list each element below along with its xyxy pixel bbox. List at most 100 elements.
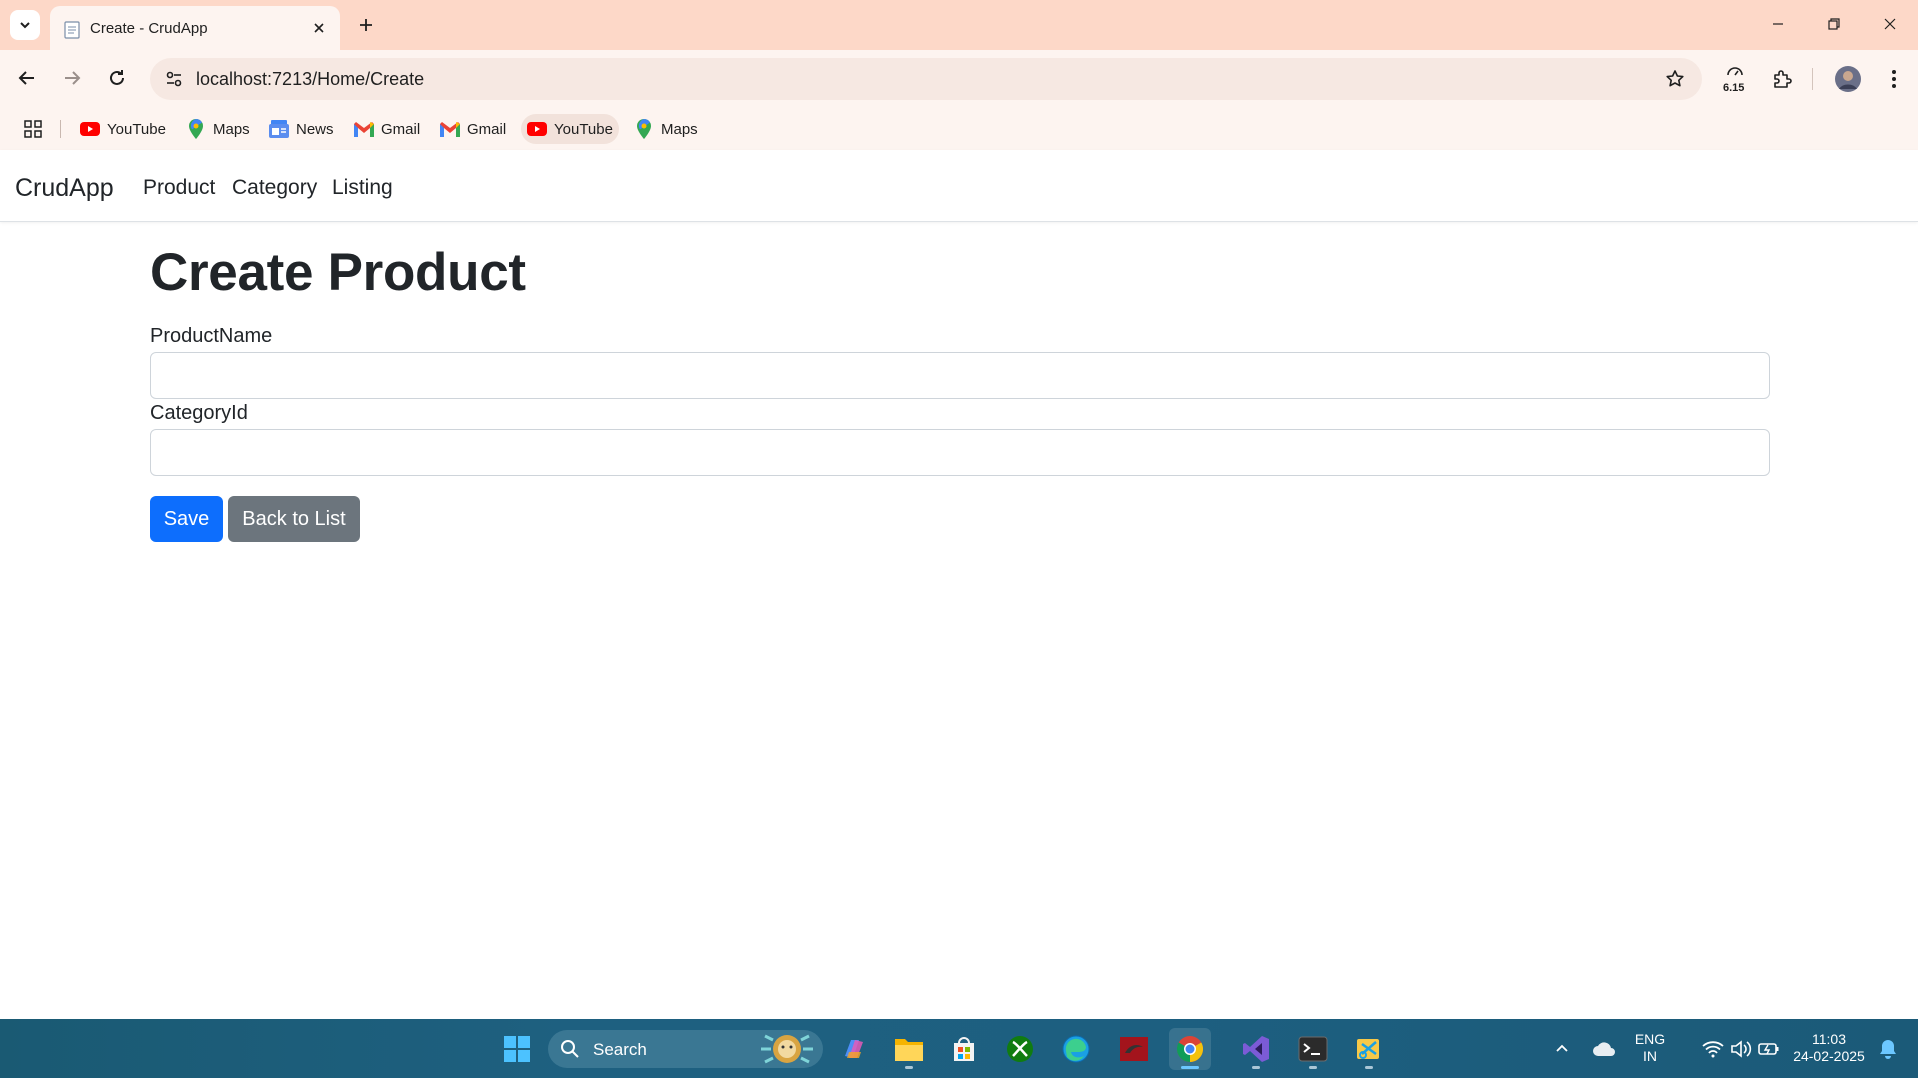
bookmark-label: YouTube bbox=[107, 120, 166, 138]
performance-button[interactable]: 6.15 bbox=[1717, 61, 1753, 97]
reload-button[interactable] bbox=[100, 61, 134, 95]
taskbar-search[interactable]: Search bbox=[548, 1030, 823, 1068]
grid-icon bbox=[24, 120, 42, 138]
chrome-icon bbox=[1176, 1036, 1204, 1063]
taskbar-snipping-tool[interactable] bbox=[1348, 1028, 1390, 1070]
bookmark-star-button[interactable] bbox=[1662, 66, 1688, 92]
close-icon bbox=[1884, 18, 1896, 30]
language-code: ENG bbox=[1634, 1031, 1666, 1047]
bookmark-youtube[interactable]: YouTube bbox=[521, 114, 619, 144]
nav-link-product[interactable]: Product bbox=[143, 176, 215, 200]
category-id-input[interactable] bbox=[150, 429, 1770, 476]
taskbar-terminal[interactable] bbox=[1292, 1028, 1334, 1070]
tray-clock[interactable]: 11:03 24-02-2025 bbox=[1784, 1031, 1874, 1065]
nav-link-listing[interactable]: Listing bbox=[332, 176, 393, 200]
forward-button[interactable] bbox=[55, 61, 89, 95]
taskbar-file-explorer[interactable] bbox=[888, 1028, 930, 1070]
bookmark-label: Maps bbox=[661, 120, 698, 138]
page-favicon-icon bbox=[64, 21, 80, 39]
plus-icon bbox=[360, 19, 372, 31]
taskbar-copilot[interactable] bbox=[833, 1028, 875, 1070]
bookmark-gmail[interactable]: Gmail bbox=[434, 114, 512, 144]
bookmarks-bar: YouTube Maps News Gmail Gmail YouTube Ma… bbox=[0, 108, 1918, 150]
new-tab-button[interactable] bbox=[352, 11, 380, 39]
tray-onedrive[interactable] bbox=[1583, 1028, 1625, 1070]
url-text: localhost:7213/Home/Create bbox=[196, 69, 425, 89]
start-button[interactable] bbox=[496, 1028, 538, 1070]
profile-avatar[interactable] bbox=[1830, 61, 1866, 97]
back-button[interactable] bbox=[10, 61, 44, 95]
bookmark-label: News bbox=[296, 120, 334, 138]
navbar-brand[interactable]: CrudApp bbox=[15, 174, 114, 203]
arrow-right-icon bbox=[65, 71, 81, 85]
extensions-button[interactable] bbox=[1764, 61, 1800, 97]
taskbar-visual-studio[interactable] bbox=[1235, 1028, 1277, 1070]
visual-studio-icon bbox=[1243, 1036, 1269, 1062]
product-name-label: ProductName bbox=[150, 325, 273, 347]
sql-server-icon bbox=[1120, 1037, 1148, 1061]
taskbar-store[interactable] bbox=[943, 1028, 985, 1070]
running-indicator bbox=[905, 1066, 913, 1069]
tune-icon bbox=[166, 71, 182, 87]
search-highlight-icon bbox=[761, 1034, 813, 1064]
running-indicator bbox=[1309, 1066, 1317, 1069]
close-icon bbox=[314, 23, 324, 33]
nav-link-category[interactable]: Category bbox=[232, 176, 317, 200]
tab-title: Create - CrudApp bbox=[90, 20, 208, 37]
bookmark-news[interactable]: News bbox=[263, 114, 340, 144]
app-navbar: CrudApp Product Category Listing bbox=[0, 150, 1918, 222]
taskbar-chrome[interactable] bbox=[1169, 1028, 1211, 1070]
site-info-button[interactable] bbox=[158, 63, 190, 95]
minimize-button[interactable] bbox=[1758, 8, 1798, 40]
browser-toolbar: localhost:7213/Home/Create 6.15 bbox=[0, 50, 1918, 108]
bookmark-separator bbox=[60, 120, 61, 138]
restore-button[interactable] bbox=[1814, 8, 1854, 40]
more-vertical-icon bbox=[1892, 70, 1896, 88]
product-name-input[interactable] bbox=[150, 352, 1770, 399]
copilot-icon bbox=[845, 1040, 863, 1058]
tray-language[interactable]: ENG IN bbox=[1630, 1031, 1670, 1065]
bookmark-label: Maps bbox=[213, 120, 250, 138]
bookmark-label: YouTube bbox=[554, 120, 613, 138]
bookmark-maps[interactable]: Maps bbox=[628, 114, 704, 144]
taskbar-app-red[interactable] bbox=[1113, 1028, 1155, 1070]
bookmark-label: Gmail bbox=[467, 120, 507, 138]
bell-icon bbox=[1880, 1040, 1896, 1059]
address-bar[interactable]: localhost:7213/Home/Create bbox=[150, 58, 1702, 100]
wifi-icon bbox=[1702, 1041, 1724, 1058]
bookmark-maps[interactable]: Maps bbox=[180, 114, 256, 144]
taskbar-xbox[interactable] bbox=[999, 1028, 1041, 1070]
running-indicator bbox=[1365, 1066, 1373, 1069]
tray-notifications[interactable] bbox=[1868, 1028, 1908, 1070]
restore-icon bbox=[1828, 18, 1840, 30]
chevron-down-icon bbox=[20, 22, 30, 29]
chrome-menu-button[interactable] bbox=[1876, 61, 1912, 97]
chevron-up-icon bbox=[1556, 1044, 1568, 1052]
speedometer-icon bbox=[1727, 67, 1743, 76]
close-window-button[interactable] bbox=[1870, 8, 1910, 40]
category-id-label: CategoryId bbox=[150, 402, 248, 424]
clock-time: 11:03 bbox=[1812, 1031, 1846, 1047]
browser-tab[interactable]: Create - CrudApp bbox=[50, 6, 340, 50]
toolbar-divider bbox=[1812, 68, 1813, 90]
news-icon bbox=[269, 119, 289, 139]
tab-close-button[interactable] bbox=[308, 17, 330, 39]
cloud-icon bbox=[1593, 1042, 1615, 1056]
gmail-icon bbox=[440, 119, 460, 139]
tab-strip: Create - CrudApp bbox=[0, 0, 1918, 50]
apps-button[interactable] bbox=[20, 116, 46, 142]
save-button[interactable]: Save bbox=[150, 496, 223, 542]
tab-search-button[interactable] bbox=[10, 10, 40, 40]
taskbar-edge[interactable] bbox=[1055, 1028, 1097, 1070]
back-to-list-button[interactable]: Back to List bbox=[228, 496, 360, 542]
store-icon bbox=[954, 1037, 974, 1061]
bookmark-youtube[interactable]: YouTube bbox=[74, 114, 172, 144]
reload-icon bbox=[110, 70, 124, 85]
battery-icon bbox=[1758, 1043, 1779, 1055]
taskbar-search-label: Search bbox=[593, 1040, 647, 1059]
tray-overflow-button[interactable] bbox=[1541, 1028, 1583, 1070]
star-icon bbox=[1666, 70, 1684, 87]
bookmark-gmail[interactable]: Gmail bbox=[348, 114, 426, 144]
terminal-icon bbox=[1298, 1036, 1328, 1062]
performance-label: 6.15 bbox=[1723, 82, 1745, 94]
